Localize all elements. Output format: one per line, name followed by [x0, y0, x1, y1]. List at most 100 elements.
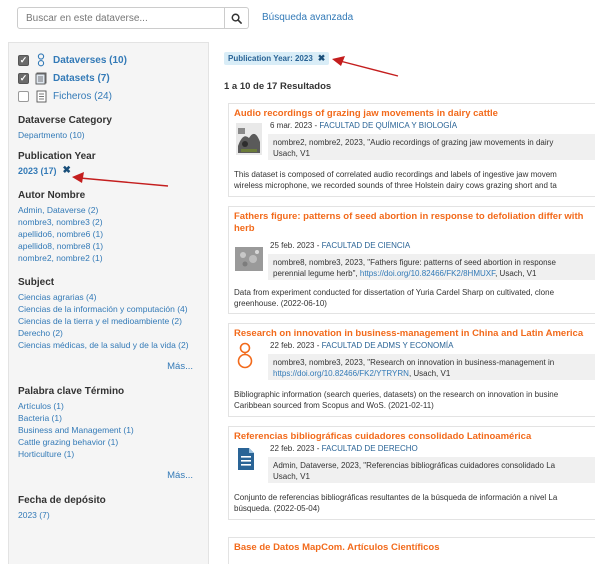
dataset-icon [34, 71, 48, 85]
result-description: This dataset is composed of correlated a… [229, 166, 595, 194]
citation-text: , Usach, V1 [408, 369, 451, 378]
facet-title: Dataverse Category [18, 115, 112, 126]
facet-sidebar: ✓ Dataverses (10) ✓ Datasets (7) Fichero… [8, 42, 209, 564]
datasets-checkbox[interactable]: ✓ [18, 72, 29, 84]
citation-line: nombre2, nombre2, 2023, "Audio recording… [273, 138, 554, 147]
description-line: búsqueda. (2022-05-04) [234, 504, 320, 513]
result-affiliation[interactable]: FACULTAD DE DERECHO [322, 444, 418, 453]
facet-item-label: 2023 (17) [18, 166, 57, 176]
result-description: Conjunto de referencias bibliográficas r… [229, 489, 595, 517]
dataverses-label[interactable]: Dataverses (10) [53, 55, 127, 66]
facet-keyword: Palabra clave Término Artículos (1) Bact… [18, 386, 199, 481]
result-card: Research on innovation in business-manag… [228, 323, 595, 417]
description-line: Data from experiment conducted for disse… [234, 288, 555, 297]
citation-line: https://doi.org/10.82466/FK2/YTRYRN, Usa… [273, 368, 595, 379]
result-meta: 22 feb. 2023 - FACULTAD DE DERECHO [270, 444, 418, 454]
citation-text: , Usach, V1 [495, 269, 537, 278]
type-filter-datasets[interactable]: ✓ Datasets (7) [18, 69, 199, 87]
description-line: greenhouse. (2022-06-10) [234, 299, 327, 308]
description-line: This dataset is composed of correlated a… [234, 170, 557, 179]
result-title[interactable]: Fathers figure: patterns of seed abortio… [229, 207, 595, 235]
files-checkbox[interactable] [18, 90, 29, 102]
facet-item[interactable]: Bacteria (1) [18, 412, 199, 424]
result-citation: nombre3, nombre3, 2023, "Research on inn… [268, 354, 595, 380]
result-title[interactable]: Base de Datos MapCom. Artículos Científi… [229, 538, 595, 554]
result-citation: nombre2, nombre2, 2023, "Audio recording… [268, 134, 595, 160]
active-filter-badge[interactable]: Publication Year: 2023 ✖ [224, 52, 330, 65]
result-date: 6 mar. 2023 - [270, 121, 320, 130]
facet-title: Subject [18, 277, 55, 288]
facet-item[interactable]: Artículos (1) [18, 400, 199, 412]
dataverse-icon [34, 53, 48, 67]
doi-link[interactable]: https://doi.org/10.82466/FK2/8HMUXF [360, 269, 495, 278]
description-line: Caribbean sourced from Scopus and WoS. (… [234, 401, 434, 410]
files-label[interactable]: Ficheros (24) [53, 91, 112, 102]
facet-item-selected[interactable]: 2023 (17) ✖ [18, 165, 199, 177]
facet-item[interactable]: apellido6, nombre6 (1) [18, 228, 199, 240]
result-date: 25 feb. 2023 - [270, 241, 322, 250]
search-input[interactable] [17, 7, 225, 29]
remove-filter-icon[interactable]: ✖ [63, 165, 71, 177]
datasets-label[interactable]: Datasets (7) [53, 73, 110, 84]
facet-item[interactable]: Horticulture (1) [18, 448, 199, 460]
facet-subject: Subject Ciencias agrarias (4) Ciencias d… [18, 277, 199, 372]
result-title[interactable]: Referencias bibliográficas cuidadores co… [229, 427, 595, 443]
facet-title: Publication Year [18, 151, 96, 162]
type-filter-files[interactable]: Ficheros (24) [18, 87, 199, 105]
remove-filter-icon[interactable]: ✖ [318, 53, 326, 64]
facet-item[interactable]: Business and Management (1) [18, 424, 199, 436]
description-line: Conjunto de referencias bibliográficas r… [234, 493, 558, 502]
facet-item[interactable]: Cattle grazing behavior (1) [18, 436, 199, 448]
more-link[interactable]: Más... [18, 470, 199, 481]
result-affiliation[interactable]: FACULTAD DE QUÍMICA Y BIOLOGÍA [319, 121, 457, 130]
search-bar: Búsqueda avanzada [0, 0, 595, 40]
citation-line: nombre3, nombre3, 2023, "Research on inn… [273, 358, 555, 367]
result-description: Bibliographic information (search querie… [229, 386, 595, 414]
result-title[interactable]: Research on innovation in business-manag… [229, 324, 595, 340]
facet-item[interactable]: Derecho (2) [18, 327, 199, 339]
facet-title: Palabra clave Término [18, 386, 125, 397]
description-line: Bibliographic information (search querie… [234, 390, 559, 399]
result-date: 22 feb. 2023 - [270, 444, 322, 453]
type-filter-dataverses[interactable]: ✓ Dataverses (10) [18, 51, 199, 69]
dataverses-checkbox[interactable]: ✓ [18, 54, 29, 66]
doi-link[interactable]: https://doi.org/10.82466/FK2/YTRYRN [273, 369, 409, 378]
citation-line: Admin, Dataverse, 2023, "Referencias bib… [273, 461, 556, 470]
facet-item[interactable]: Ciencias médicas, de la salud y de la vi… [18, 339, 199, 351]
citation-line: perennial legume herb", https://doi.org/… [273, 268, 595, 279]
result-card: Fathers figure: patterns of seed abortio… [228, 206, 595, 314]
result-card: Base de Datos MapCom. Artículos Científi… [228, 537, 595, 564]
result-title[interactable]: Audio recordings of grazing jaw movement… [229, 104, 595, 120]
result-card: Referencias bibliográficas cuidadores co… [228, 426, 595, 520]
citation-line: Usach, V1 [273, 149, 310, 158]
result-title-line: Fathers figure: patterns of seed abortio… [234, 211, 584, 222]
more-link[interactable]: Más... [18, 361, 199, 372]
facet-item[interactable]: apellido8, nombre8 (1) [18, 240, 199, 252]
result-citation: Admin, Dataverse, 2023, "Referencias bib… [268, 457, 595, 483]
result-citation: nombre8, nombre3, 2023, "Fathers figure:… [268, 254, 595, 280]
facet-item[interactable]: Ciencias de la tierra y el medioambiente… [18, 315, 199, 327]
facet-item[interactable]: Departmento (10) [18, 129, 199, 141]
result-affiliation[interactable]: FACULTAD DE CIENCIA [322, 241, 411, 250]
citation-line: Usach, V1 [273, 472, 310, 481]
facet-publication-year: Publication Year 2023 (17) ✖ [18, 151, 199, 177]
result-meta: 25 feb. 2023 - FACULTAD DE CIENCIA [270, 241, 410, 251]
facet-item[interactable]: Admin, Dataverse (2) [18, 204, 199, 216]
citation-line: nombre8, nombre3, 2023, "Fathers figure:… [273, 258, 557, 267]
facet-item[interactable]: nombre3, nombre3 (2) [18, 216, 199, 228]
result-meta: 6 mar. 2023 - FACULTAD DE QUÍMICA Y BIOL… [270, 121, 457, 131]
result-affiliation[interactable]: FACULTAD DE ADMS Y ECONOMÍA [322, 341, 454, 350]
results-panel: Publication Year: 2023 ✖ 1 a 10 de 17 Re… [224, 42, 595, 564]
search-button[interactable] [225, 7, 249, 29]
facet-title: Autor Nombre [18, 190, 86, 201]
facet-item[interactable]: nombre2, nombre2 (1) [18, 252, 199, 264]
facet-deposit-date: Fecha de depósito 2023 (7) [18, 495, 199, 521]
facet-item[interactable]: Ciencias de la información y computación… [18, 303, 199, 315]
dataset-thumbnail [235, 122, 263, 156]
facet-item[interactable]: Ciencias agrarias (4) [18, 291, 199, 303]
file-icon [34, 89, 48, 103]
document-icon [236, 447, 256, 471]
advanced-search-link[interactable]: Búsqueda avanzada [262, 12, 353, 23]
facet-item[interactable]: 2023 (7) [18, 509, 199, 521]
description-line: wireless microphone, we recorded sounds … [234, 181, 557, 190]
